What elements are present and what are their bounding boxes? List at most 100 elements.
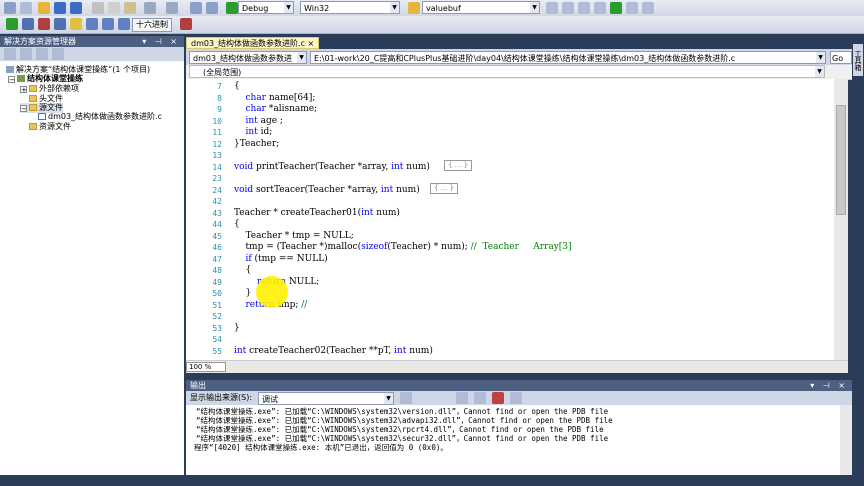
- solution-explorer-icon[interactable]: [562, 2, 574, 14]
- chevron-down-icon: ▼: [530, 2, 539, 13]
- code-line[interactable]: tmp = (Teacher *)malloc(sizeof(Teacher) …: [234, 242, 571, 253]
- line-number: 44: [212, 220, 222, 229]
- scroll-thumb[interactable]: [836, 105, 846, 215]
- toggle-word-wrap-icon[interactable]: [510, 392, 522, 404]
- go-to-next-message-icon[interactable]: [474, 392, 486, 404]
- save-all-icon[interactable]: [70, 2, 82, 14]
- continue-icon[interactable]: [6, 18, 18, 30]
- toolbox-icon[interactable]: [594, 2, 606, 14]
- start-debug-icon[interactable]: [226, 2, 238, 14]
- collapse-icon[interactable]: −: [20, 105, 27, 113]
- tree-item-project[interactable]: − 结构体课堂操练: [8, 74, 83, 84]
- scope-select[interactable]: (全局范围) ▼: [189, 65, 825, 78]
- editor-vertical-scrollbar[interactable]: [834, 79, 848, 360]
- step-out-icon[interactable]: [118, 18, 130, 30]
- debug-toolbar: 十六进制: [0, 16, 864, 34]
- output-line: “结构体课堂操练.exe”: 已加载“C:\WINDOWS\system32\a…: [196, 416, 613, 425]
- properties-icon[interactable]: [4, 48, 16, 60]
- navigate-forward-icon[interactable]: [206, 2, 218, 14]
- line-number: 51: [212, 300, 222, 310]
- output-vertical-scrollbar[interactable]: [840, 405, 852, 475]
- clear-all-icon[interactable]: [492, 392, 504, 404]
- step-into-icon[interactable]: [86, 18, 98, 30]
- tree-item-resource-files[interactable]: 资源文件: [29, 122, 71, 132]
- code-line[interactable]: }: [234, 288, 251, 299]
- code-line[interactable]: if (tmp == NULL): [234, 254, 327, 265]
- redo-icon[interactable]: [166, 2, 178, 14]
- find-message-icon[interactable]: [400, 392, 412, 404]
- other-windows-icon[interactable]: [642, 2, 654, 14]
- open-icon[interactable]: [38, 2, 50, 14]
- hex-toggle-button[interactable]: 十六进制: [132, 18, 172, 32]
- code-line[interactable]: {: [234, 219, 240, 230]
- restart-icon[interactable]: [54, 18, 66, 30]
- code-line[interactable]: void printTeacher(Teacher *array, int nu…: [234, 162, 430, 173]
- output-source-select[interactable]: 调试 ▼: [258, 392, 394, 405]
- chevron-down-icon: ▼: [297, 52, 306, 63]
- code-line[interactable]: int id;: [234, 127, 272, 138]
- properties-icon[interactable]: [578, 2, 590, 14]
- tree-item-source-file[interactable]: dm03_结构体做函数参数进阶.c: [38, 112, 162, 122]
- stop-debug-icon[interactable]: [38, 18, 50, 30]
- go-button[interactable]: Go: [830, 51, 852, 64]
- show-next-statement-icon[interactable]: [70, 18, 82, 30]
- code-line[interactable]: int age ;: [234, 116, 283, 127]
- panel-controls[interactable]: ▾ ⊣ ×: [810, 380, 848, 391]
- zoom-select[interactable]: 100 %: [186, 362, 226, 372]
- line-number: 8: [217, 93, 222, 103]
- undo-icon[interactable]: [144, 2, 156, 14]
- collapse-icon[interactable]: −: [8, 76, 15, 84]
- save-icon[interactable]: [54, 2, 66, 14]
- code-line[interactable]: Teacher * tmp = NULL;: [234, 231, 353, 242]
- paste-icon[interactable]: [124, 2, 136, 14]
- copy-icon[interactable]: [108, 2, 120, 14]
- line-number: 12: [212, 139, 222, 149]
- file-scope-select[interactable]: dm03_结构体做函数参数进 ▼: [189, 51, 307, 64]
- panel-controls[interactable]: ▾ ⊣ ×: [142, 36, 180, 47]
- solution-icon: [6, 66, 14, 73]
- code-line[interactable]: void sortTeacer(Teacher *array, int num): [234, 185, 420, 196]
- code-line[interactable]: Teacher * createTeacher01(int num): [234, 208, 400, 219]
- expand-icon[interactable]: +: [20, 86, 27, 94]
- tab-dm03-source[interactable]: dm03_结构体做函数参数进阶.c ×: [186, 37, 320, 49]
- find-in-files-icon[interactable]: [546, 2, 558, 14]
- output-line: “结构体课堂操练.exe”: 已加载“C:\WINDOWS\system32\r…: [196, 425, 604, 434]
- show-all-files-icon[interactable]: [20, 48, 32, 60]
- view-class-diagram-icon[interactable]: [52, 48, 64, 60]
- code-line[interactable]: {: [234, 265, 251, 276]
- add-item-icon[interactable]: [20, 2, 32, 14]
- navigate-back-icon[interactable]: [190, 2, 202, 14]
- collapsed-region-sort[interactable]: { ... }: [430, 183, 459, 194]
- line-number: 53: [212, 323, 222, 333]
- code-editor[interactable]: 7 8 9 10 11 12 13 14 23 24 42 43 44 45 46 47 48 49 50 51 52 5…: [186, 79, 834, 360]
- close-icon[interactable]: ×: [308, 39, 315, 48]
- object-browser-icon[interactable]: [610, 2, 622, 14]
- code-line[interactable]: char *alisname;: [234, 104, 317, 115]
- breakpoints-window-icon[interactable]: [180, 18, 192, 30]
- find-icon[interactable]: [408, 2, 420, 14]
- chevron-down-icon: ▼: [384, 393, 393, 404]
- tree-item-external-deps[interactable]: + 外部依赖项: [20, 84, 79, 94]
- break-all-icon[interactable]: [22, 18, 34, 30]
- toolbox-tab[interactable]: 工具箱: [853, 44, 863, 76]
- code-line[interactable]: char name[64];: [234, 93, 315, 104]
- start-page-icon[interactable]: [626, 2, 638, 14]
- refresh-icon[interactable]: [36, 48, 48, 60]
- go-to-prev-message-icon[interactable]: [456, 392, 468, 404]
- step-over-icon[interactable]: [102, 18, 114, 30]
- code-line[interactable]: }Teacher;: [234, 139, 279, 150]
- output-text[interactable]: “结构体课堂操练.exe”: 已加载“C:\WINDOWS\system32\v…: [186, 405, 840, 475]
- code-line[interactable]: {: [234, 81, 240, 92]
- new-project-icon[interactable]: [4, 2, 16, 14]
- find-combo[interactable]: valuebuf ▼: [422, 1, 540, 14]
- solution-config-select[interactable]: Debug ▼: [238, 1, 294, 14]
- line-number: 47: [212, 254, 222, 264]
- solution-platform-select[interactable]: Win32 ▼: [300, 1, 400, 14]
- code-line[interactable]: int createTeacher02(Teacher **pT, int nu…: [234, 346, 433, 357]
- collapsed-region-print[interactable]: { ... }: [444, 160, 473, 171]
- code-line[interactable]: }: [234, 323, 240, 334]
- line-number: 48: [212, 266, 222, 275]
- file-path-select[interactable]: E:\01-work\20_C提高和CPlusPlus基础进阶\day04\结构…: [310, 51, 826, 64]
- scope-bar: (全局范围) ▼: [186, 65, 854, 80]
- cut-icon[interactable]: [92, 2, 104, 14]
